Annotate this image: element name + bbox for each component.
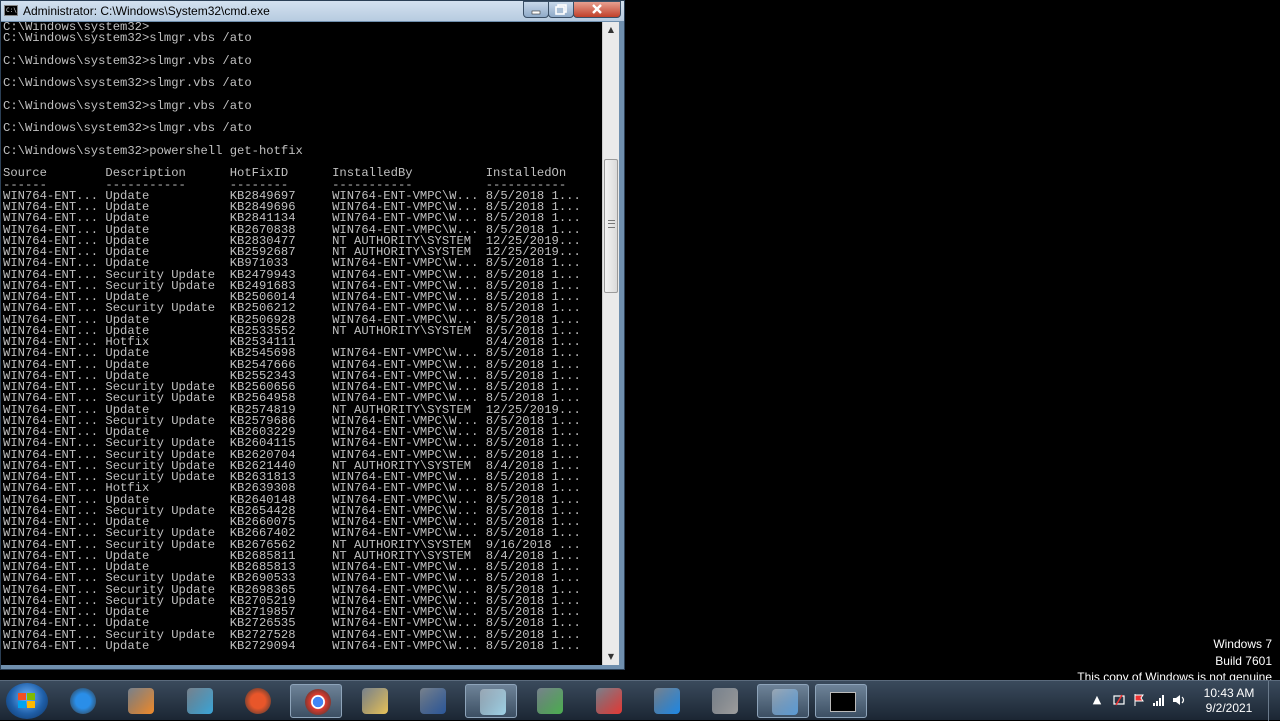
taskbar-button-outlook-app[interactable] bbox=[640, 684, 692, 718]
taskbar-button-puzzle-app[interactable] bbox=[173, 684, 225, 718]
word-icon bbox=[420, 688, 447, 714]
close-button[interactable] bbox=[573, 1, 621, 18]
puzzle-app-icon bbox=[186, 688, 213, 714]
cmd-window: C:\ Administrator: C:\Windows\System32\c… bbox=[0, 0, 625, 670]
scroll-up-icon[interactable]: ▲ bbox=[603, 22, 619, 38]
taskbar-button-glass-app[interactable] bbox=[464, 684, 517, 718]
chrome-icon bbox=[304, 689, 331, 715]
taskbar-button-remote-desktop[interactable] bbox=[756, 684, 809, 718]
maximize-button[interactable] bbox=[548, 1, 574, 18]
taskbar-button-firefox[interactable] bbox=[231, 684, 283, 718]
scroll-down-icon[interactable]: ▼ bbox=[603, 649, 619, 665]
taskbar-button-media-player[interactable] bbox=[114, 684, 166, 718]
volume-icon[interactable] bbox=[1172, 693, 1186, 707]
show-desktop-button[interactable] bbox=[1268, 681, 1280, 721]
taskbar-button-chart-app[interactable] bbox=[523, 684, 575, 718]
minimize-icon bbox=[531, 10, 541, 15]
cmd-icon bbox=[830, 692, 857, 712]
watermark-build: Build 7601 bbox=[1215, 653, 1272, 668]
minimize-button[interactable] bbox=[523, 1, 549, 18]
glass-app-icon bbox=[479, 689, 506, 715]
chart-app-icon bbox=[537, 688, 564, 714]
clock-time: 10:43 AM bbox=[1203, 686, 1255, 700]
remote-desktop-icon bbox=[771, 689, 798, 715]
start-button[interactable] bbox=[6, 683, 48, 719]
taskbar-button-tools-app[interactable] bbox=[698, 684, 750, 718]
network-icon[interactable] bbox=[1152, 693, 1166, 707]
windows-watermark: Windows 7 Build 7601 This copy of Window… bbox=[1077, 636, 1272, 686]
media-player-icon bbox=[128, 688, 155, 714]
clock[interactable]: 10:43 AM 9/2/2021 bbox=[1194, 686, 1264, 716]
console-text: C:\Windows\system32> C:\Windows\system32… bbox=[3, 22, 581, 653]
taskbar-button-word[interactable] bbox=[406, 684, 458, 718]
system-tray: ▲ 10:43 AM 9/2/2021 bbox=[1086, 681, 1280, 721]
watermark-os: Windows 7 bbox=[1213, 637, 1272, 651]
outlook-app-icon bbox=[654, 688, 680, 714]
action-center-icon[interactable] bbox=[1112, 693, 1126, 707]
window-title: Administrator: C:\Windows\System32\cmd.e… bbox=[23, 4, 270, 18]
close-icon bbox=[592, 4, 602, 14]
tools-app-icon bbox=[712, 688, 739, 714]
taskbar-button-chrome[interactable] bbox=[289, 684, 342, 718]
internet-explorer-icon bbox=[70, 688, 96, 714]
taskbar: ▲ 10:43 AM 9/2/2021 bbox=[0, 680, 1280, 721]
flag-icon[interactable] bbox=[1132, 693, 1146, 707]
scroll-thumb[interactable] bbox=[604, 159, 618, 293]
pdf-app-icon bbox=[595, 688, 622, 714]
taskbar-button-pdf-app[interactable] bbox=[582, 684, 634, 718]
console-output[interactable]: C:\Windows\system32> C:\Windows\system32… bbox=[1, 22, 602, 665]
taskbar-button-cmd[interactable] bbox=[815, 684, 868, 718]
scroll-grip-icon bbox=[608, 220, 615, 228]
taskbar-button-file-explorer[interactable] bbox=[348, 684, 400, 718]
firefox-icon bbox=[245, 688, 272, 714]
taskbar-button-internet-explorer[interactable] bbox=[56, 684, 108, 718]
clock-date: 9/2/2021 bbox=[1205, 701, 1253, 715]
file-explorer-icon bbox=[362, 688, 388, 714]
windows-logo-icon bbox=[18, 693, 36, 709]
show-hidden-icons-icon[interactable]: ▲ bbox=[1090, 693, 1104, 707]
maximize-icon bbox=[555, 4, 567, 15]
cmd-icon: C:\ bbox=[4, 5, 18, 16]
vertical-scrollbar[interactable]: ▲ ▼ bbox=[602, 22, 619, 665]
